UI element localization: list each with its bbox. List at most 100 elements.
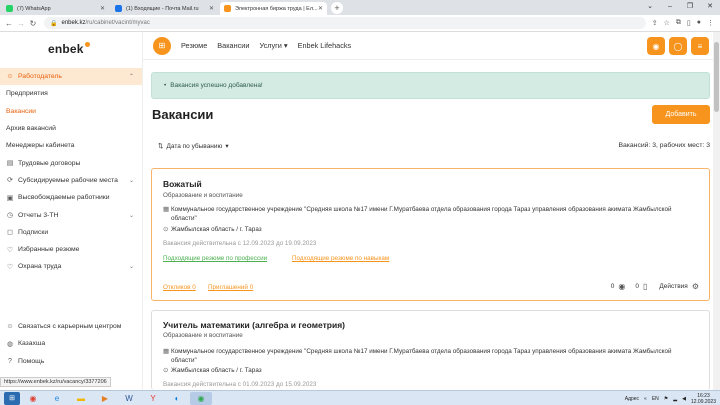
sidebar-item-label: Работодатель [18,73,62,81]
accessibility-eye-button[interactable]: ◉ [647,37,665,55]
sidebar-item-labor-safety[interactable]: ♡ Охрана труда ⌄ [0,258,142,275]
browser-tab-mail[interactable]: (1) Входящие - Почта Mail.ru ✕ [111,2,218,15]
windows-icon: ⊞ [9,395,15,402]
browser-tab-whatsapp[interactable]: (7) WhatsApp ✕ [2,2,109,15]
sidebar-item-released-workers[interactable]: ▣ Высвобождаемые работники [0,189,142,206]
profile-icon[interactable]: ● [697,19,701,27]
tray-expand-icon[interactable]: « [644,396,647,402]
vacancy-card: Учитель математики (алгебра и геометрия)… [151,310,710,390]
taskbar-word[interactable]: W [118,392,140,405]
network-icon[interactable]: ▂ [673,396,677,402]
organization-name: Коммунальное государственное учреждение … [171,348,672,364]
start-button[interactable]: ⊞ [4,391,20,405]
nav-resume[interactable]: Резюме [181,41,207,50]
matching-resumes-profession-link[interactable]: Подходящие резюме по профессии [163,255,267,262]
sidebar-item-contracts[interactable]: ▤ Трудовые договоры [0,154,142,171]
reload-icon[interactable]: ↻ [28,19,38,28]
sidebar-item-enterprises[interactable]: Предприятия [0,85,142,102]
sidebar-item-vacancy-archive[interactable]: Архив вакансий [0,120,142,137]
profile-menu-button[interactable]: ≡ [691,37,709,55]
vacancy-category: Образование и воспитание [163,192,243,199]
taskbar-yandex[interactable]: Y [142,392,164,405]
forward-icon[interactable]: → [16,19,26,28]
actions-label[interactable]: Действия [659,283,687,290]
apps-grid-button[interactable]: ⊞ [153,36,171,55]
flag-icon[interactable]: ⚑ [664,396,668,402]
taskbar-edge[interactable]: ◐ [166,392,188,405]
sidebar-item-vacancies[interactable]: Вакансии [0,103,142,120]
sidebar-item-subsidized[interactable]: ⟳ Субсидируемые рабочие места ⌄ [0,172,142,189]
share-icon[interactable]: ⇪ [652,19,658,27]
alert-text: Вакансия успешно добавлена! [170,82,263,89]
sidepanel-icon[interactable]: ▯ [687,19,691,27]
chrome-icon: ◉ [197,393,205,403]
clock[interactable]: 16:23 12.09.2023 [691,393,716,405]
chat-button[interactable]: ◯ [669,37,687,55]
folder-icon: ▬ [77,393,85,403]
success-alert: • Вакансия успешно добавлена! [151,72,710,99]
sidebar-menu: ☺ Работодатель ⌃ Предприятия Вакансии Ар… [0,68,142,276]
volume-icon[interactable]: ◀ [682,396,686,402]
sidebar-item-employer[interactable]: ☺ Работодатель ⌃ [0,68,142,86]
sidebar-item-managers[interactable]: Менеджеры кабинета [0,137,142,154]
close-icon[interactable]: ✕ [100,5,105,12]
extensions-icon[interactable]: ⧉ [676,19,681,27]
taskbar-ie[interactable]: e [46,392,68,405]
vacancy-title[interactable]: Учитель математики (алгебра и геометрия) [163,320,345,330]
vacancy-card-footer: 0 ◉ 0 ▯ Действия ⚙ [611,282,699,291]
nav-lifehacks[interactable]: Enbek Lifehacks [298,41,352,50]
menu-icon[interactable]: ⋮ [707,19,714,27]
address-toolbar-label: Адрес [624,395,640,402]
nav-vacancies[interactable]: Вакансии [217,41,249,50]
caret-down-icon: ▾ [225,143,229,150]
back-icon[interactable]: ← [4,19,14,28]
person-icon: ☺ [6,73,14,81]
vacancy-title[interactable]: Вожатый [163,179,202,189]
url-field[interactable]: 🔒 enbek.kz/ru/cabinet/vacint/myvac [44,17,646,29]
invitations-link[interactable]: Приглашений 0 [208,284,253,291]
sidebar: enbek ☺ Работодатель ⌃ Предприятия Вакан… [0,32,143,390]
nav-services[interactable]: Услуги ▾ [259,41,287,50]
chevron-down-icon[interactable]: ⌄ [640,0,660,13]
page-scrollbar[interactable] [713,32,720,390]
bell-icon: ◻ [7,229,13,237]
vacancy-count: Вакансий: 3, рабочих мест: 3 [618,142,710,149]
word-icon: W [125,393,133,403]
star-icon[interactable]: ☆ [664,19,670,27]
taskbar-chrome-active[interactable]: ◉ [190,391,212,405]
whatsapp-icon [6,5,13,12]
language-indicator[interactable]: EN [652,396,659,402]
scrollbar-thumb[interactable] [714,42,719,112]
sort-dropdown[interactable]: ⇅ Дата по убыванию ▾ [158,142,229,151]
browser-tab-bar: (7) WhatsApp ✕ (1) Входящие - Почта Mail… [0,0,720,15]
taskbar-chrome[interactable]: ◉ [22,392,44,405]
windows-taskbar: ⊞ ◉ e ▬ ▶ W Y ◐ ◉ Адрес « EN ⚑ ▂ ◀ 16:23… [0,390,720,405]
sidebar-item-contact-center[interactable]: ☺ Связаться с карьерным центром [0,318,142,335]
taskbar-explorer[interactable]: ▬ [70,392,92,405]
person-icon: ☺ [6,323,14,331]
tab-title: (7) WhatsApp [17,5,51,12]
sidebar-item-label: Казахша [18,340,46,348]
sidebar-item-reports[interactable]: ◷ Отчеты 3-ТН ⌄ [0,206,142,223]
taskbar-media[interactable]: ▶ [94,392,116,405]
status-bar-url: https://www.enbek.kz/ru/vacancy/3377206 [0,377,111,387]
minimize-icon[interactable]: – [660,0,680,13]
browser-tab-enbek[interactable]: Электронная биржа труда | Ел... ✕ [220,2,327,15]
sidebar-item-kazakh[interactable]: ◍ Казахша [0,335,142,352]
close-icon[interactable]: ✕ [318,5,323,12]
gear-icon[interactable]: ⚙ [692,282,699,291]
sidebar-item-label: Вакансии [6,107,36,115]
sidebar-item-favorite-resumes[interactable]: ♡ Избранные резюме [0,241,142,258]
responses-link[interactable]: Откликов 0 [163,284,196,291]
close-icon[interactable]: ✕ [209,5,214,12]
maximize-icon[interactable]: ❐ [680,0,700,13]
grid-icon: ⊞ [158,41,166,50]
sidebar-item-help[interactable]: ? Помощь [0,353,142,370]
close-window-icon[interactable]: ✕ [700,0,720,13]
enbek-logo[interactable]: enbek [48,42,90,56]
sidebar-item-subscriptions[interactable]: ◻ Подписки [0,224,142,241]
building-icon: ▦ [163,206,170,213]
add-vacancy-button[interactable]: Добавить [652,105,710,124]
matching-resumes-skills-link[interactable]: Подходящие резюме по навыкам [292,255,389,262]
new-tab-button[interactable]: + [331,2,343,14]
